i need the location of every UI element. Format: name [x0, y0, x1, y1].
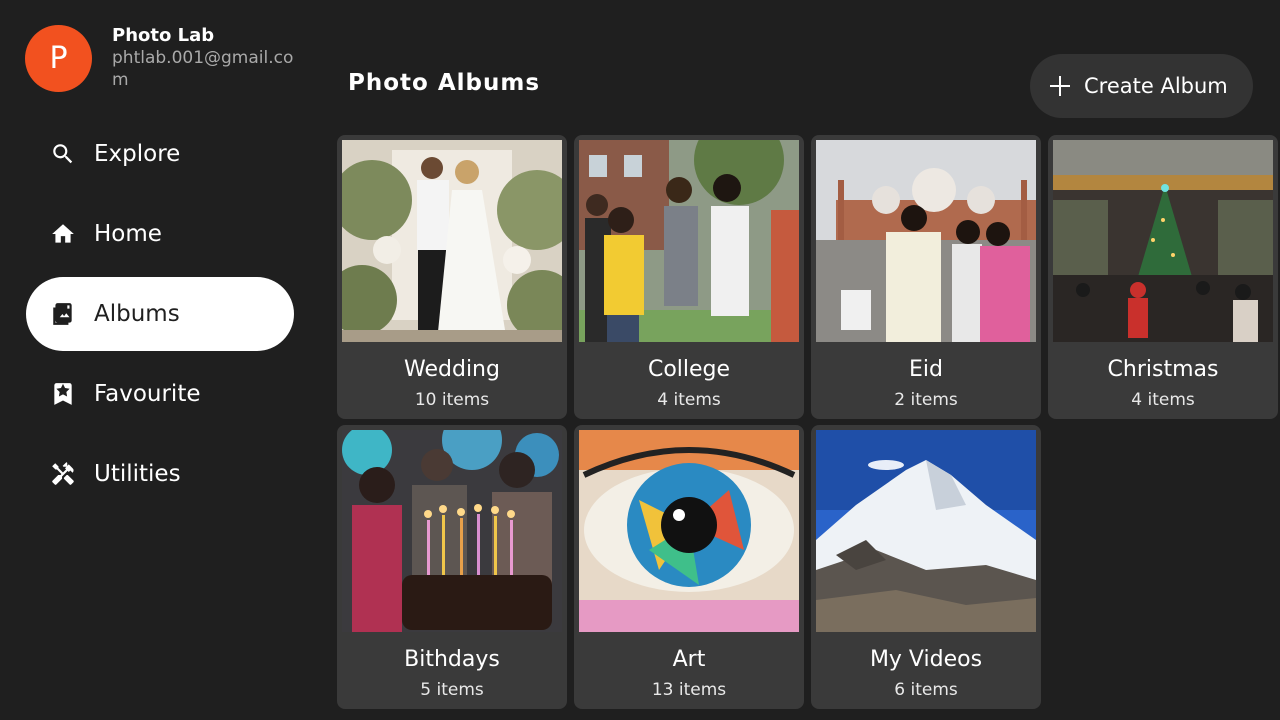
plus-icon	[1050, 76, 1070, 96]
sidebar-item-label: Explore	[94, 141, 181, 167]
home-icon	[50, 221, 76, 247]
tools-icon	[50, 461, 76, 487]
album-count: 6 items	[894, 680, 958, 700]
sidebar-item-label: Home	[94, 221, 162, 247]
album-card-my-videos[interactable]: My Videos 6 items	[811, 425, 1041, 709]
album-thumbnail-wedding	[342, 140, 562, 342]
search-icon	[50, 141, 76, 167]
create-album-label: Create Album	[1084, 74, 1228, 98]
sidebar-nav: Explore Home Albums Favourite Utilities	[26, 117, 294, 517]
sidebar-item-label: Favourite	[94, 381, 201, 407]
avatar[interactable]: P	[25, 25, 92, 92]
album-thumbnail-art	[579, 430, 799, 632]
album-count: 10 items	[414, 390, 490, 410]
album-count: 4 items	[1131, 390, 1195, 410]
album-card-eid[interactable]: Eid 2 items	[811, 135, 1041, 419]
album-card-art[interactable]: Art 13 items	[574, 425, 804, 709]
create-album-button[interactable]: Create Album	[1030, 54, 1253, 118]
app-root: P Photo Lab phtlab.001@gmail.com Explore…	[0, 0, 1280, 720]
sidebar-item-explore[interactable]: Explore	[26, 117, 294, 191]
album-card-birthdays[interactable]: Bithdays 5 items	[337, 425, 567, 709]
album-count: 5 items	[420, 680, 484, 700]
profile-email: phtlab.001@gmail.com	[112, 48, 294, 90]
album-card-wedding[interactable]: Wedding 10 items	[337, 135, 567, 419]
sidebar-item-favourite[interactable]: Favourite	[26, 357, 294, 431]
sidebar-item-home[interactable]: Home	[26, 197, 294, 271]
sidebar-item-albums[interactable]: Albums	[26, 277, 294, 351]
sidebar-item-utilities[interactable]: Utilities	[26, 437, 294, 511]
profile-name: Photo Lab	[112, 25, 215, 46]
album-thumbnail-eid	[816, 140, 1036, 342]
album-thumbnail-my-videos	[816, 430, 1036, 632]
bookmark-star-icon	[50, 381, 76, 407]
album-icon	[50, 301, 76, 327]
sidebar-item-label: Utilities	[94, 461, 181, 487]
profile-text: Photo Lab phtlab.001@gmail.com	[112, 25, 297, 91]
album-title: Eid	[909, 357, 943, 382]
album-card-college[interactable]: College 4 items	[574, 135, 804, 419]
album-count: 2 items	[894, 390, 958, 410]
album-count: 4 items	[657, 390, 721, 410]
album-title: Art	[672, 647, 706, 672]
album-thumbnail-birthdays	[342, 430, 562, 632]
album-thumbnail-college	[579, 140, 799, 342]
avatar-initial: P	[49, 41, 68, 76]
page-title: Photo Albums	[348, 70, 541, 96]
profile: P Photo Lab phtlab.001@gmail.com	[25, 25, 297, 92]
album-title: Christmas	[1107, 357, 1219, 382]
album-count: 13 items	[651, 680, 727, 700]
album-title: My Videos	[869, 647, 983, 672]
album-thumbnail-christmas	[1053, 140, 1273, 342]
album-title: Bithdays	[404, 647, 500, 672]
album-title: Wedding	[404, 357, 500, 382]
sidebar-item-label: Albums	[94, 301, 180, 327]
album-title: College	[647, 357, 731, 382]
album-card-christmas[interactable]: Christmas 4 items	[1048, 135, 1278, 419]
